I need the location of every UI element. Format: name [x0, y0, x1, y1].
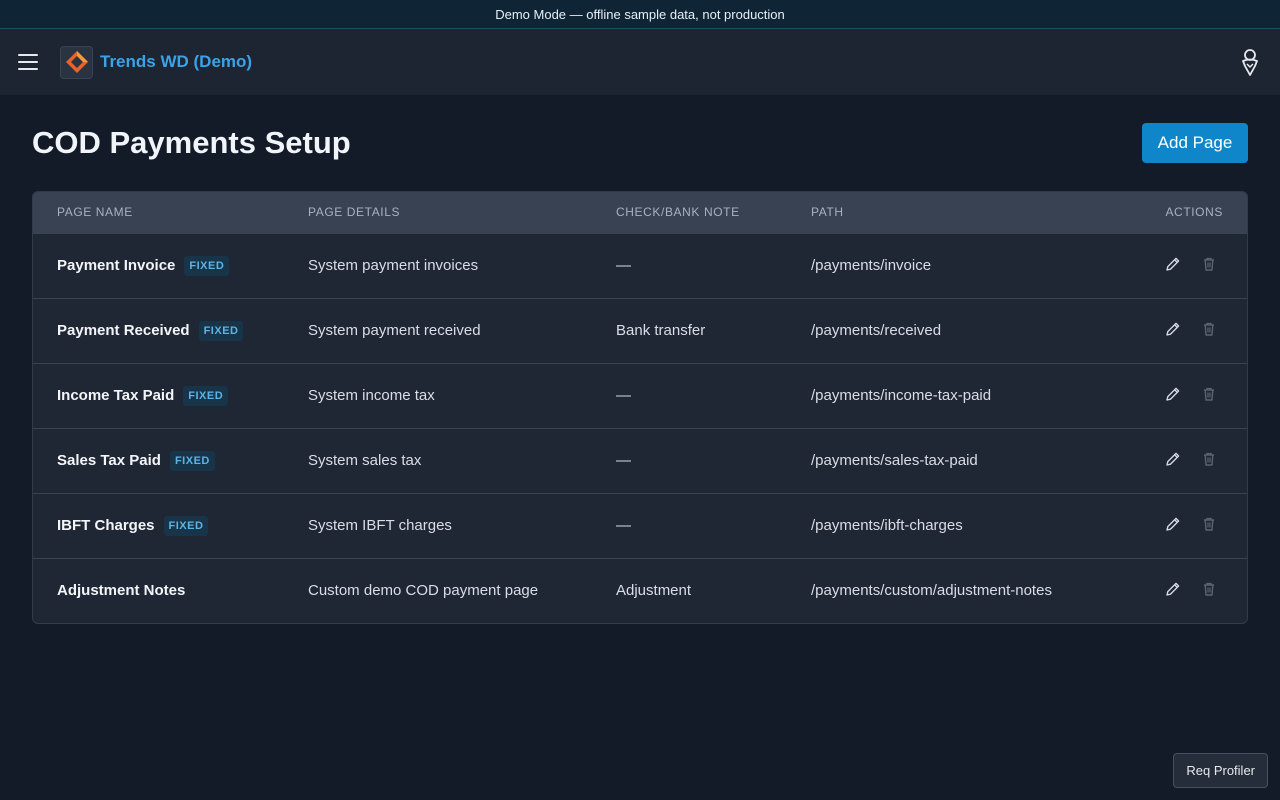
top-bar: Trends WD (Demo)	[0, 29, 1280, 95]
pencil-edit-icon[interactable]	[1165, 321, 1181, 337]
cell-page-name: Adjustment Notes	[33, 558, 284, 623]
cell-page-details: System payment received	[308, 322, 481, 339]
page-title: COD Payments Setup	[32, 125, 351, 160]
cell-check-bank-note: —	[616, 257, 631, 274]
cell-path: /payments/ibft-charges	[811, 517, 963, 534]
trash-delete-icon[interactable]	[1201, 516, 1217, 532]
fixed-badge: FIXED	[163, 515, 209, 536]
cell-actions	[1087, 233, 1247, 298]
pencil-edit-icon[interactable]	[1165, 451, 1181, 467]
table-row[interactable]: Sales Tax Paid FIXED System sales tax — /…	[33, 428, 1247, 493]
cell-page-name: Payment Received FIXED	[33, 298, 284, 363]
req-profiler-button[interactable]: Req Profiler	[1173, 753, 1268, 788]
header-page-details[interactable]: PAGE DETAILS	[284, 192, 592, 233]
pencil-edit-icon[interactable]	[1165, 256, 1181, 272]
cell-page-name: Income Tax Paid FIXED	[33, 363, 284, 428]
pages-table: PAGE NAME PAGE DETAILS CHECK/BANK NOTE P…	[32, 191, 1248, 624]
cell-page-details: System payment invoices	[308, 257, 479, 274]
fixed-badge: FIXED	[169, 450, 215, 471]
cell-actions	[1087, 363, 1247, 428]
table-row[interactable]: Income Tax Paid FIXED System income tax —…	[33, 363, 1247, 428]
add-page-button[interactable]: Add Page	[1142, 123, 1248, 163]
cell-page-name: IBFT Charges FIXED	[33, 493, 284, 558]
cell-check-bank-note: —	[616, 452, 631, 469]
pencil-edit-icon[interactable]	[1165, 386, 1181, 402]
table-row[interactable]: Payment Received FIXED System payment rec…	[33, 298, 1247, 363]
table-header-row: PAGE NAME PAGE DETAILS CHECK/BANK NOTE P…	[33, 192, 1247, 233]
logo-diamond-icon	[65, 51, 88, 73]
cell-page-name: Sales Tax Paid FIXED	[33, 428, 284, 493]
user-avatar-icon[interactable]	[1238, 47, 1262, 77]
trash-delete-icon[interactable]	[1201, 451, 1217, 467]
cell-page-details: Custom demo COD payment page	[308, 582, 539, 600]
cell-actions	[1087, 298, 1247, 363]
cell-check-bank-note: —	[616, 387, 631, 404]
fixed-badge: FIXED	[198, 320, 244, 341]
cell-actions	[1087, 558, 1247, 623]
cell-path: /payments/income-tax-paid	[811, 387, 992, 404]
app-title[interactable]: Trends WD (Demo)	[100, 52, 252, 72]
header-check-bank-note[interactable]: CHECK/BANK NOTE	[592, 192, 787, 233]
cell-actions	[1087, 428, 1247, 493]
pencil-edit-icon[interactable]	[1165, 581, 1181, 597]
cell-check-bank-note: —	[616, 517, 631, 534]
page-name-text: IBFT Charges	[57, 517, 155, 534]
table-row[interactable]: Payment Invoice FIXED System payment invo…	[33, 233, 1247, 298]
banner-text: Demo Mode — offline sample data, not pro…	[495, 6, 785, 22]
demo-mode-banner: Demo Mode — offline sample data, not pro…	[0, 0, 1280, 29]
hamburger-menu-icon[interactable]	[18, 54, 38, 70]
table-row[interactable]: IBFT Charges FIXED System IBFT charges — …	[33, 493, 1247, 558]
page-name-text: Adjustment Notes	[57, 582, 186, 600]
cell-path: /payments/received	[811, 322, 942, 339]
fixed-badge: FIXED	[184, 255, 230, 276]
cell-page-details: System sales tax	[308, 452, 422, 469]
trash-delete-icon[interactable]	[1201, 321, 1217, 337]
cell-check-bank-note: Adjustment	[616, 582, 692, 600]
page-name-text: Income Tax Paid	[57, 387, 175, 404]
header-actions: ACTIONS	[1165, 205, 1223, 220]
cell-actions	[1087, 493, 1247, 558]
cell-path: /payments/sales-tax-paid	[811, 452, 978, 469]
fixed-badge: FIXED	[183, 385, 229, 406]
page-name-text: Sales Tax Paid	[57, 452, 161, 469]
cell-page-name: Payment Invoice FIXED	[33, 233, 284, 298]
trash-delete-icon[interactable]	[1201, 581, 1217, 597]
page-header: COD Payments Setup Add Page	[32, 95, 1248, 191]
header-page-name[interactable]: PAGE NAME	[33, 192, 284, 233]
cell-page-details: System IBFT charges	[308, 517, 452, 534]
header-path[interactable]: PATH	[787, 192, 1087, 233]
trash-delete-icon[interactable]	[1201, 256, 1217, 272]
page-name-text: Payment Received	[57, 322, 190, 339]
cell-path: /payments/invoice	[811, 257, 932, 274]
cell-check-bank-note: Bank transfer	[616, 322, 706, 339]
pencil-edit-icon[interactable]	[1165, 516, 1181, 532]
main-content: COD Payments Setup Add Page PAGE NAME PA…	[0, 95, 1280, 624]
cell-path: /payments/custom/adjustment-notes	[811, 582, 1052, 600]
page-name-text: Payment Invoice	[57, 257, 176, 274]
cell-page-details: System income tax	[308, 387, 435, 404]
app-logo	[60, 45, 93, 79]
trash-delete-icon[interactable]	[1201, 386, 1217, 402]
table-row[interactable]: Adjustment Notes Custom demo COD payment…	[33, 558, 1247, 623]
